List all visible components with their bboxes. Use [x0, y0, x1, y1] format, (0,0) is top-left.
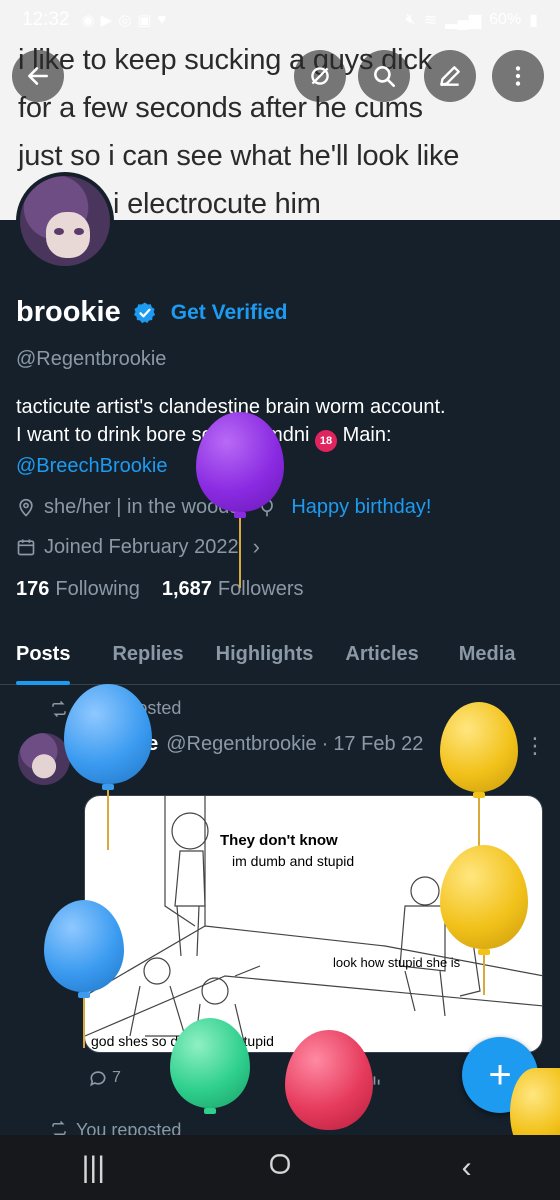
following-count: 176 [16, 578, 50, 600]
tab-posts[interactable]: Posts [0, 630, 86, 685]
balloon-body [440, 702, 518, 792]
reply-count: 7 [112, 1069, 121, 1086]
grok-button[interactable] [294, 50, 346, 102]
yellow-balloon [440, 845, 528, 995]
red-balloon [285, 1030, 373, 1130]
notification-icons: ◉ ▶ ◎ ▣ ♥ [82, 11, 167, 29]
home-button[interactable] [240, 1151, 320, 1185]
system-nav-bar: ||| ‹ [0, 1135, 560, 1200]
search-button[interactable] [358, 50, 410, 102]
discord-icon: ◉ [81, 12, 95, 29]
follow-counts: 176 Following 1,687 Followers [16, 578, 304, 601]
mute-icon: 🔇︎ [405, 11, 416, 28]
joined-row[interactable]: Joined February 2022 › [16, 534, 260, 560]
bio-line: Main: [342, 424, 392, 446]
profile-handle: @Regentbrookie [16, 348, 167, 370]
nav-back-button[interactable]: ‹ [427, 1151, 507, 1185]
tab-replies[interactable]: Replies [86, 630, 199, 685]
blue-balloon [64, 684, 152, 850]
birthday-link[interactable]: Happy birthday! [291, 496, 431, 519]
wifi-icon: ≋ [423, 12, 438, 29]
chevron-right-icon: › [252, 534, 260, 559]
no-under-18-emoji: 18 [315, 430, 338, 452]
post-separator: · [321, 733, 329, 755]
home-icon [270, 1153, 290, 1174]
tab-articles[interactable]: Articles [329, 630, 434, 685]
balloon-body [44, 900, 124, 992]
edit-icon [440, 66, 460, 86]
post-more-icon[interactable]: ⋮ [524, 733, 546, 759]
following-link[interactable]: 176 Following [16, 578, 140, 601]
grok-icon [311, 67, 329, 85]
back-arrow-icon [28, 67, 48, 85]
back-button[interactable] [12, 50, 64, 102]
followers-link[interactable]: 1,687 Followers [162, 578, 304, 601]
balloon-string [107, 790, 109, 850]
meme-caption: They don't know [220, 832, 338, 849]
calendar-icon [17, 539, 35, 556]
purple-balloon [196, 412, 284, 588]
name-row: brookie Get Verified [16, 296, 287, 329]
green-balloon [170, 1018, 250, 1114]
banner-line: just so i can see what he'll look like [18, 140, 460, 172]
location-pin-icon [19, 498, 33, 517]
youtube-icon: ▶ [100, 12, 113, 29]
following-label: Following [55, 578, 140, 600]
edit-button[interactable] [424, 50, 476, 102]
tab-media[interactable]: Media [435, 630, 532, 685]
followers-label: Followers [217, 578, 304, 600]
battery-icon: ▮ [529, 12, 538, 29]
recent-apps-button[interactable]: ||| [53, 1151, 133, 1185]
tab-highlights[interactable]: Highlights [200, 630, 330, 685]
blue-balloon [44, 900, 124, 1048]
post-avatar[interactable] [18, 733, 70, 785]
status-time: 12:32 [22, 9, 70, 30]
plus-icon: + [488, 1053, 512, 1097]
more-button[interactable] [492, 50, 544, 102]
avatar-eye [74, 228, 84, 235]
search-icon [374, 66, 396, 88]
balloon-body [170, 1018, 250, 1108]
profile-avatar[interactable] [16, 172, 114, 270]
balloon-string [239, 518, 241, 588]
balloon-string [483, 955, 485, 995]
balloon-knot [204, 1108, 216, 1114]
avatar-face [46, 212, 90, 258]
joined-date: Joined February 2022 [44, 535, 239, 558]
balloon-body [64, 684, 152, 784]
verified-badge-icon [133, 302, 155, 323]
balloon-string [83, 998, 85, 1048]
reply-icon [90, 1071, 106, 1087]
profile-tabs: Posts Replies Highlights Articles Media [0, 630, 560, 685]
avatar-eye [54, 228, 64, 235]
meme-caption: look how stupid she is [333, 955, 461, 970]
status-bar: 12:32 ◉ ▶ ◎ ▣ ♥ 🔇︎ ≋ ▂▄▆ 60% ▮ [0, 0, 560, 40]
followers-count: 1,687 [161, 578, 212, 600]
profile-name: brookie [16, 296, 121, 328]
status-right: 🔇︎ ≋ ▂▄▆ 60% ▮ [406, 10, 538, 30]
heart-status-icon: ♥ [157, 11, 167, 28]
banner-line: for a few seconds after he cums [18, 92, 423, 124]
post-date: 17 Feb 22 [333, 733, 424, 755]
get-verified-link[interactable]: Get Verified [171, 301, 288, 325]
instagram-icon: ◎ [118, 12, 132, 29]
balloon-body [440, 845, 528, 949]
post-author-handle: @Regentbrookie [166, 733, 317, 755]
balloon-body [196, 412, 284, 512]
app-icon: ▣ [137, 12, 152, 29]
views-button[interactable] [362, 1068, 458, 1088]
banner-line: i like to keep sucking a guys dick [18, 44, 432, 76]
signal-icon: ▂▄▆ [445, 12, 482, 29]
more-vertical-icon [515, 66, 521, 86]
meme-caption: im dumb and stupid [232, 853, 355, 869]
balloon-body [285, 1030, 373, 1130]
yellow-balloon [440, 702, 518, 853]
battery-level: 60% [489, 11, 522, 28]
